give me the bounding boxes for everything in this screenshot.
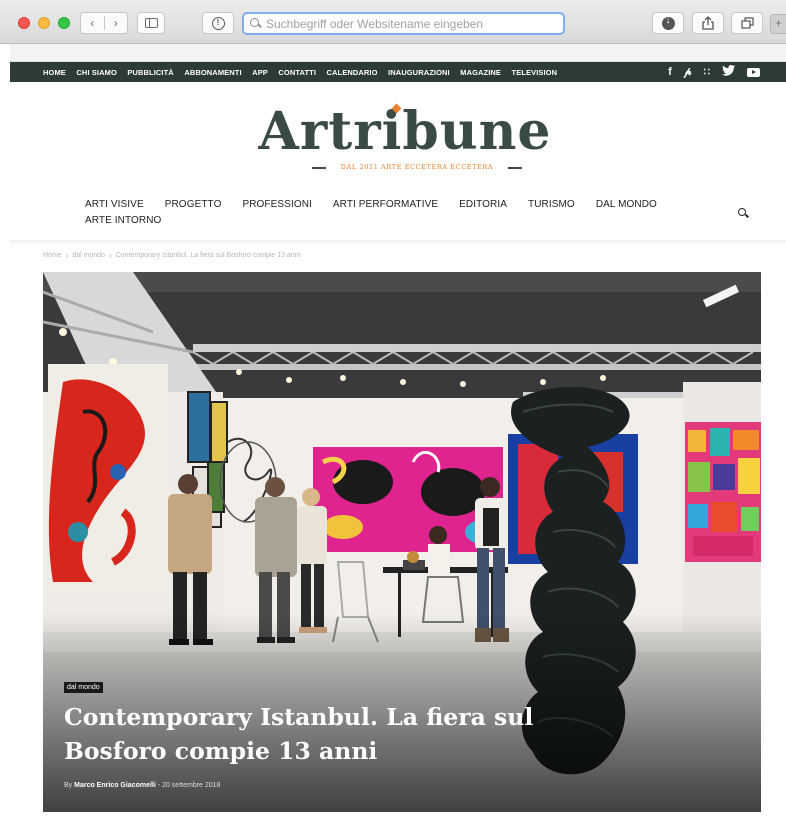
top-nav-app[interactable]: APP [252,68,268,77]
main-nav-dal-mondo[interactable]: DAL MONDO [596,199,657,210]
byline-separator: - [157,782,161,789]
main-nav-turismo[interactable]: TURISMO [528,199,575,210]
download-icon [661,15,675,30]
chevron-left-icon[interactable]: ‹ [81,16,105,30]
site-logo[interactable]: Artribune DAL 2011 ARTE ECCETERA ECCETER… [250,100,560,176]
category-badge[interactable]: dal mondo [64,682,103,693]
byline: By Marco Enrico Giacomelli - 20 settembr… [64,782,220,789]
breadcrumb: Home › dal mondo › Contemporary Istanbul… [43,251,300,260]
top-nav-calendario[interactable]: CALENDARIO [327,68,378,77]
share-icon [702,16,714,30]
search-icon[interactable] [738,208,750,220]
facebook-icon[interactable]: f [668,66,672,78]
rss-icon[interactable]: ∷ [704,67,710,78]
main-nav-arti-visive[interactable]: ARTI VISIVE [85,199,144,210]
downloads-button[interactable] [652,12,684,34]
breadcrumb-current: Contemporary Istanbul. La fiera sul Bosf… [115,252,301,259]
chevron-right-icon: › [65,251,69,260]
search-icon [250,18,261,29]
main-nav-progetto[interactable]: PROGETTO [165,199,222,210]
new-tab-button[interactable]: + [770,14,786,34]
top-nav-abbonamenti[interactable]: ABBONAMENTI [184,68,241,77]
back-forward-group: ‹ › [80,12,128,34]
youtube-icon[interactable] [747,67,760,77]
browser-toolbar: ‹ › ! + [0,0,786,44]
author-link[interactable]: Marco Enrico Giacomelli [74,782,156,789]
web-page: HOME CHI SIAMO PUBBLICITÀ ABBONAMENTI AP… [10,44,786,830]
top-nav-home[interactable]: HOME [43,68,66,77]
logo-text: Artribune [258,101,552,162]
main-nav-professioni[interactable]: PROFESSIONI [242,199,311,210]
featured-image[interactable]: dal mondo Contemporary Istanbul. La fier… [43,272,761,812]
address-bar[interactable] [242,12,565,35]
info-icon: ! [211,16,225,30]
top-bar: HOME CHI SIAMO PUBBLICITÀ ABBONAMENTI AP… [10,62,786,82]
social-links: f 𝓅 ∷ [668,62,760,82]
nav-shadow [10,240,786,245]
logo-tagline: DAL 2011 ARTE ECCETERA ECCETERA [312,163,522,171]
top-nav-pubblicita[interactable]: PUBBLICITÀ [127,68,173,77]
publish-date: 20 settembre 2018 [162,782,221,789]
main-nav-editoria[interactable]: EDITORIA [459,199,507,210]
sidebar-toggle-button[interactable] [137,12,165,34]
zoom-window-button[interactable] [58,17,70,29]
top-nav-chi-siamo[interactable]: CHI SIAMO [76,68,116,77]
tabs-icon [740,17,754,29]
article-title[interactable]: Contemporary Istanbul. La fiera sul Bosf… [64,700,624,768]
main-nav: ARTI VISIVE PROGETTO PROFESSIONI ARTI PE… [85,199,685,226]
main-nav-arte-intorno[interactable]: ARTE INTORNO [85,215,161,226]
close-window-button[interactable] [18,17,30,29]
twitter-icon[interactable] [722,65,735,79]
privacy-report-button[interactable]: ! [202,12,234,34]
chevron-right-icon[interactable]: › [105,16,128,30]
pinterest-icon[interactable]: 𝓅 [684,66,692,79]
share-button[interactable] [692,12,724,34]
main-nav-arti-performative[interactable]: ARTI PERFORMATIVE [333,199,438,210]
top-nav-inaugurazioni[interactable]: INAUGURAZIONI [388,68,450,77]
chevron-right-icon: › [109,251,112,260]
top-nav-television[interactable]: TELEVISION [512,68,558,77]
sidebar-icon [144,18,158,28]
breadcrumb-home[interactable]: Home [43,252,62,259]
top-nav-magazine[interactable]: MAGAZINE [460,68,501,77]
breadcrumb-category[interactable]: dal mondo [72,252,105,259]
address-input[interactable] [266,16,556,31]
top-nav: HOME CHI SIAMO PUBBLICITÀ ABBONAMENTI AP… [43,68,568,77]
top-nav-contatti[interactable]: CONTATTI [278,68,316,77]
minimize-window-button[interactable] [38,17,50,29]
byline-by: By [64,782,73,789]
show-tabs-button[interactable] [731,12,763,34]
page-top-strip [10,44,786,62]
